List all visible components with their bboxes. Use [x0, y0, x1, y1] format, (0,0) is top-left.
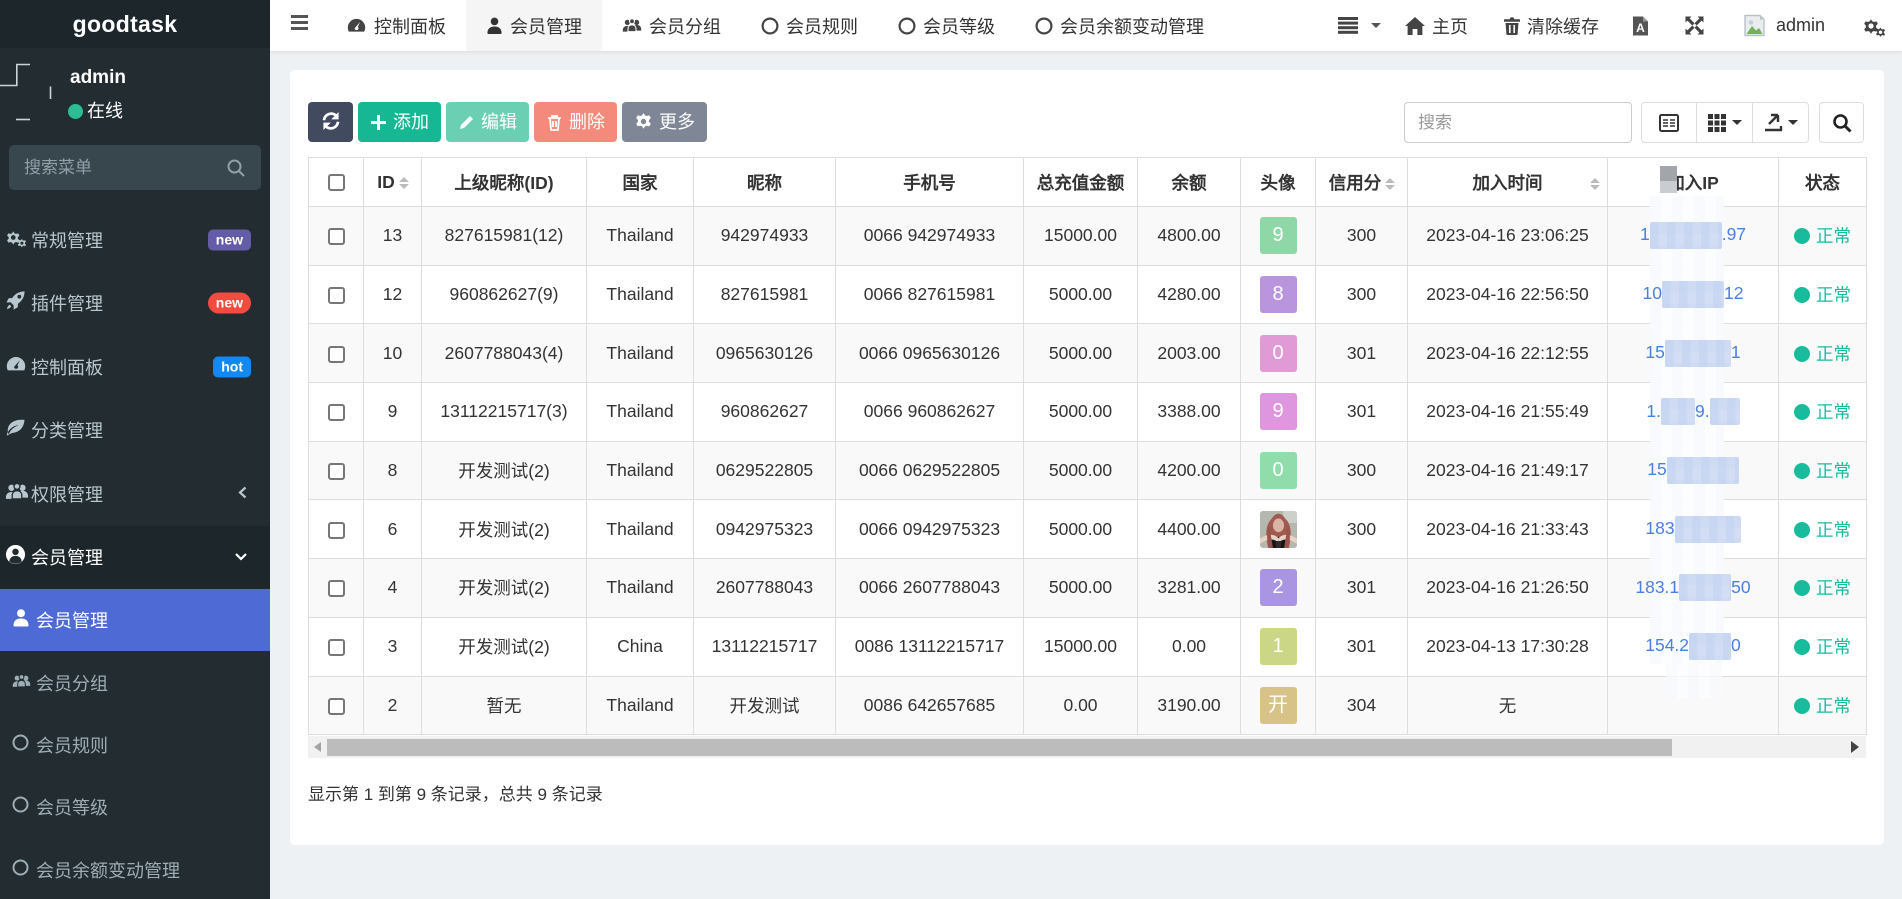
svg-text:A: A: [1636, 21, 1645, 35]
